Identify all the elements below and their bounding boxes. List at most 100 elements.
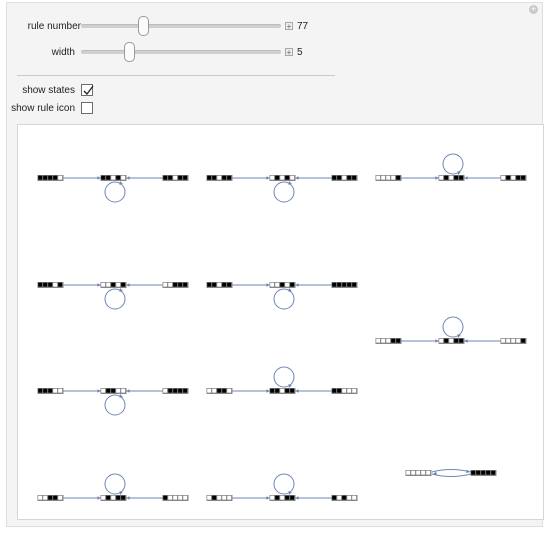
rule-number-slider[interactable]: [81, 24, 281, 28]
transition-edge: [431, 469, 472, 473]
state-cell: [110, 388, 116, 394]
state-cell: [415, 470, 421, 476]
state-cell: [485, 470, 491, 476]
state-cell: [346, 175, 352, 181]
state-cell: [346, 495, 352, 501]
state-cell: [351, 388, 357, 394]
state-cell: [505, 338, 511, 344]
state-cell: [425, 470, 431, 476]
rule-number-label: rule number: [27, 21, 81, 32]
state-cell: [216, 388, 222, 394]
state-cell: [284, 282, 290, 288]
plus-icon[interactable]: +: [529, 5, 538, 14]
show-states-label: show states: [22, 85, 75, 96]
transition-edge: [431, 473, 472, 477]
state-cell: [221, 175, 227, 181]
edge-arrowhead: [457, 171, 461, 175]
edge-arrowhead: [97, 176, 101, 180]
state-cell: [115, 495, 121, 501]
state-cell: [470, 470, 476, 476]
state-cell: [100, 495, 106, 501]
state-cell: [269, 495, 275, 501]
state-cell: [336, 388, 342, 394]
edge-arrowhead: [97, 496, 101, 500]
state-cell: [279, 282, 285, 288]
edge-arrowhead: [126, 496, 130, 500]
state-cell: [47, 495, 53, 501]
state-cell: [221, 495, 227, 501]
state-cell: [289, 175, 295, 181]
edge-arrowhead: [288, 491, 292, 495]
width-label: width: [51, 47, 75, 58]
edge-arrowhead: [266, 283, 270, 287]
state-cell: [346, 388, 352, 394]
state-cell: [182, 175, 188, 181]
state-cell: [172, 175, 178, 181]
show-rule-icon-checkbox[interactable]: [81, 102, 93, 114]
edge-arrowhead: [435, 339, 439, 343]
self-loop-edge: [442, 153, 464, 175]
state-cell: [438, 338, 444, 344]
state-cell: [177, 388, 183, 394]
state-cell: [100, 175, 106, 181]
self-loop-edge: [273, 181, 295, 203]
state-cell: [336, 282, 342, 288]
edge-arrowhead: [295, 283, 299, 287]
rule-number-expand-icon[interactable]: +: [285, 22, 293, 31]
show-states-checkbox[interactable]: [81, 84, 94, 96]
state-cell: [47, 388, 53, 394]
state-cell: [120, 388, 126, 394]
state-cell: [510, 175, 516, 181]
state-cell: [110, 175, 116, 181]
state-cell: [226, 388, 232, 394]
state-cell: [226, 282, 232, 288]
state-cell: [351, 495, 357, 501]
self-loop-edge: [273, 366, 295, 388]
edge-arrowhead: [126, 389, 130, 393]
state-cell: [105, 175, 111, 181]
edge-arrowhead: [266, 496, 270, 500]
state-cell: [420, 470, 426, 476]
state-cell: [448, 175, 454, 181]
state-cell: [211, 282, 217, 288]
checkmark-icon: [82, 103, 94, 115]
state-cell: [120, 175, 126, 181]
state-cell: [336, 175, 342, 181]
state-cell: [395, 338, 401, 344]
state-cell: [284, 495, 290, 501]
state-cell: [47, 282, 53, 288]
self-loop-edge: [104, 394, 126, 416]
width-slider-thumb[interactable]: [124, 42, 135, 62]
width-slider[interactable]: [81, 50, 281, 54]
state-cell: [167, 175, 173, 181]
state-cell: [351, 282, 357, 288]
width-expand-icon[interactable]: +: [285, 48, 293, 57]
state-cell: [37, 495, 43, 501]
state-cell: [216, 175, 222, 181]
state-cell: [490, 470, 496, 476]
state-cell: [42, 388, 48, 394]
state-cell: [206, 175, 212, 181]
state-cell: [57, 175, 63, 181]
state-cell: [341, 495, 347, 501]
state-cell: [182, 388, 188, 394]
state-cell: [351, 175, 357, 181]
rule-number-value: 77: [297, 21, 309, 32]
state-cell: [390, 338, 396, 344]
rule-number-slider-thumb[interactable]: [138, 16, 149, 36]
state-cell: [120, 282, 126, 288]
state-cell: [221, 388, 227, 394]
state-cell: [221, 282, 227, 288]
state-cell: [37, 388, 43, 394]
state-cell: [269, 175, 275, 181]
state-cell: [115, 175, 121, 181]
state-cell: [42, 282, 48, 288]
state-cell: [346, 282, 352, 288]
state-cell: [269, 282, 275, 288]
state-cell: [438, 175, 444, 181]
edge-arrowhead: [266, 389, 270, 393]
state-cell: [331, 282, 337, 288]
state-cell: [331, 495, 337, 501]
state-cell: [162, 282, 168, 288]
state-cell: [110, 282, 116, 288]
